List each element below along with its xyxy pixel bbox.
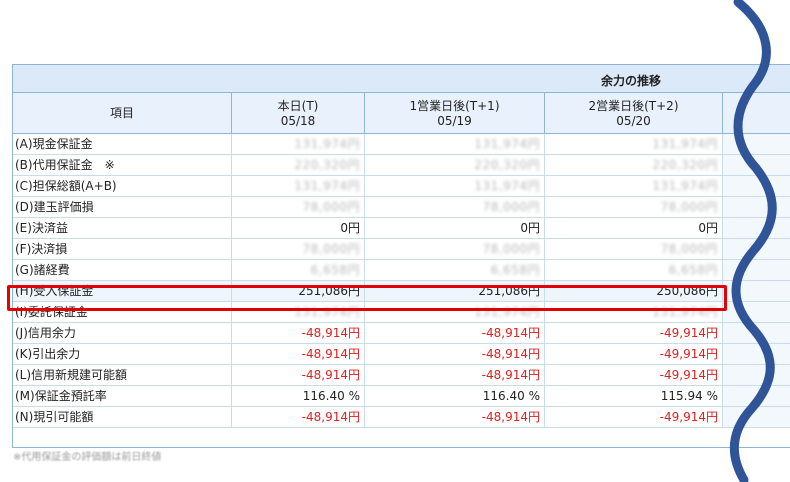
value-text: 220,320円 bbox=[474, 158, 540, 172]
value-text: 6,658円 bbox=[310, 263, 360, 277]
row-label: (G)諸経費 bbox=[13, 260, 232, 280]
table-row: (G)諸経費 6,658円 6,658円 6,658円 bbox=[13, 260, 790, 281]
value-cell: 131,974円 bbox=[232, 134, 365, 154]
header-t2: 2営業日後(T+2) 05/20 bbox=[545, 93, 723, 134]
header-t1: 1営業日後(T+1) 05/19 bbox=[365, 93, 545, 134]
row-label: (E)決済益 bbox=[13, 218, 232, 238]
value-cell: -48,914円 bbox=[232, 407, 365, 427]
table-row: (E)決済益 0円 0円 0円 bbox=[13, 218, 790, 239]
value-text: 131,974円 bbox=[474, 179, 540, 193]
value-cell: -48,914円 bbox=[365, 365, 545, 385]
value-text: 6,658円 bbox=[490, 263, 540, 277]
value-text: -48,914円 bbox=[481, 410, 540, 424]
value-text: 78,000円 bbox=[302, 200, 360, 214]
value-text: -48,914円 bbox=[301, 368, 360, 382]
value-text: 0円 bbox=[340, 221, 360, 235]
value-cell: 0円 bbox=[232, 218, 365, 238]
table-title: 余力の推移 bbox=[601, 74, 662, 88]
value-cell: 78,000円 bbox=[545, 197, 723, 217]
value-cell: 131,974円 bbox=[545, 134, 723, 154]
value-cell: -49,914円 bbox=[545, 407, 723, 427]
value-cell: -49,914円 bbox=[545, 365, 723, 385]
value-cell: 0円 bbox=[545, 218, 723, 238]
row-label: (L)信用新規建可能額 bbox=[13, 365, 232, 385]
row-label: (B)代用保証金 ※ bbox=[13, 155, 232, 175]
value-text: 131,974円 bbox=[474, 137, 540, 151]
value-cell: 116.40 % bbox=[365, 386, 545, 406]
value-cell: 131,974円 bbox=[365, 176, 545, 196]
value-text: 131,974円 bbox=[294, 137, 360, 151]
value-cell: -48,914円 bbox=[232, 365, 365, 385]
row-label: (J)信用余力 bbox=[13, 323, 232, 343]
value-cell: 78,000円 bbox=[232, 239, 365, 259]
value-text: 78,000円 bbox=[302, 242, 360, 256]
row-label: (F)決済損 bbox=[13, 239, 232, 259]
value-cell: -48,914円 bbox=[365, 407, 545, 427]
value-cell: 6,658円 bbox=[232, 260, 365, 280]
wavy-cut-line bbox=[729, 0, 777, 482]
highlight-box bbox=[7, 285, 727, 311]
row-label: (M)保証金預託率 bbox=[13, 386, 232, 406]
table-row: (J)信用余力 -48,914円 -48,914円 -49,914円 bbox=[13, 323, 790, 344]
value-text: 131,974円 bbox=[294, 179, 360, 193]
value-cell: -48,914円 bbox=[232, 323, 365, 343]
value-text: -48,914円 bbox=[301, 347, 360, 361]
value-cell: 220,320円 bbox=[232, 155, 365, 175]
value-text: -48,914円 bbox=[481, 347, 540, 361]
value-text: 78,000円 bbox=[482, 242, 540, 256]
value-cell: -49,914円 bbox=[545, 344, 723, 364]
value-cell: 0円 bbox=[365, 218, 545, 238]
value-cell: 78,000円 bbox=[232, 197, 365, 217]
value-cell: 78,000円 bbox=[545, 239, 723, 259]
value-cell: -49,914円 bbox=[545, 323, 723, 343]
value-cell: -48,914円 bbox=[365, 323, 545, 343]
value-cell: 6,658円 bbox=[365, 260, 545, 280]
value-cell: 220,320円 bbox=[545, 155, 723, 175]
value-text: 78,000円 bbox=[482, 200, 540, 214]
value-cell: 131,974円 bbox=[232, 176, 365, 196]
value-text: -48,914円 bbox=[481, 326, 540, 340]
value-cell: 220,320円 bbox=[365, 155, 545, 175]
value-text: 116.40 % bbox=[302, 389, 360, 403]
row-label: (D)建玉評価損 bbox=[13, 197, 232, 217]
table-footnote: ※代用保証金の評価額は前日終値 bbox=[13, 452, 162, 463]
value-text: -48,914円 bbox=[481, 368, 540, 382]
value-cell: 78,000円 bbox=[365, 239, 545, 259]
value-cell: 115.94 % bbox=[545, 386, 723, 406]
value-cell: 131,974円 bbox=[545, 176, 723, 196]
table-row: (D)建玉評価損 78,000円 78,000円 78,000円 bbox=[13, 197, 790, 218]
table-row: (M)保証金預託率 116.40 % 116.40 % 115.94 % bbox=[13, 386, 790, 407]
table-row: (C)担保総額(A+B) 131,974円 131,974円 131,974円 bbox=[13, 176, 790, 197]
value-cell: 131,974円 bbox=[365, 134, 545, 154]
table-row: (K)引出余力 -48,914円 -48,914円 -49,914円 bbox=[13, 344, 790, 365]
row-label: (A)現金保証金 bbox=[13, 134, 232, 154]
table-row: (F)決済損 78,000円 78,000円 78,000円 bbox=[13, 239, 790, 260]
value-cell: 6,658円 bbox=[545, 260, 723, 280]
header-item: 項目 bbox=[13, 93, 232, 134]
table-row: (A)現金保証金 131,974円 131,974円 131,974円 bbox=[13, 134, 790, 155]
value-cell: -48,914円 bbox=[365, 344, 545, 364]
value-cell: -48,914円 bbox=[232, 344, 365, 364]
value-text: 220,320円 bbox=[294, 158, 360, 172]
value-cell: 116.40 % bbox=[232, 386, 365, 406]
value-text: -48,914円 bbox=[301, 410, 360, 424]
table-row: (L)信用新規建可能額 -48,914円 -48,914円 -49,914円 bbox=[13, 365, 790, 386]
value-cell: 78,000円 bbox=[365, 197, 545, 217]
row-label: (C)担保総額(A+B) bbox=[13, 176, 232, 196]
table-title-bar: 余力の推移 bbox=[13, 65, 790, 93]
row-label: (N)現引可能額 bbox=[13, 407, 232, 427]
row-label: (K)引出余力 bbox=[13, 344, 232, 364]
table-row: (N)現引可能額 -48,914円 -48,914円 -49,914円 bbox=[13, 407, 790, 428]
value-text: -48,914円 bbox=[301, 326, 360, 340]
table-row: (B)代用保証金 ※ 220,320円 220,320円 220,320円 bbox=[13, 155, 790, 176]
value-text: 116.40 % bbox=[482, 389, 540, 403]
value-text: 0円 bbox=[520, 221, 540, 235]
header-today: 本日(T) 05/18 bbox=[232, 93, 365, 134]
